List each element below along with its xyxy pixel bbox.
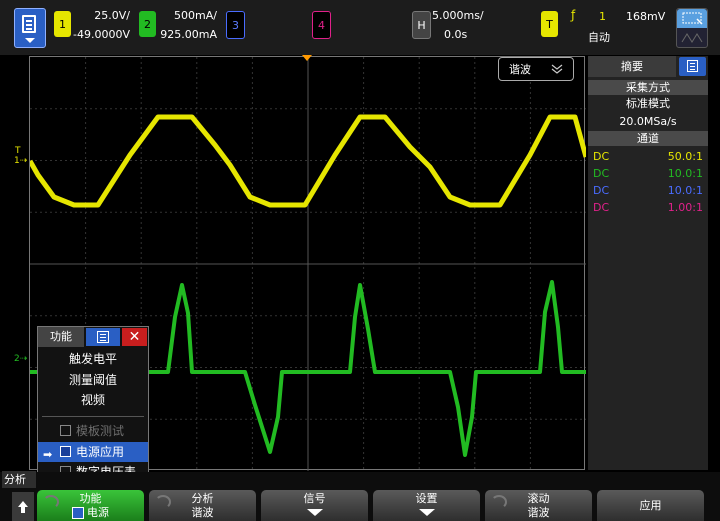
chevron-double-down-icon: [551, 64, 563, 74]
summary-tab[interactable]: 摘要: [588, 56, 676, 77]
arrow-down-icon: [418, 509, 435, 516]
channel-probe-row: DC 1.00:1: [593, 199, 703, 216]
channel-1-ground-marker[interactable]: 1⇢: [14, 156, 27, 166]
softkey-settings[interactable]: 设置: [373, 490, 480, 521]
channel-probe-ratio: 1.00:1: [667, 201, 703, 214]
trigger-level: 168mV: [626, 10, 666, 23]
channel-1-button[interactable]: 1: [54, 11, 71, 37]
rising-edge-icon: ƒ: [571, 8, 576, 22]
popup-title: 功能: [38, 327, 84, 347]
checkbox: [60, 446, 71, 457]
timebase: 5.000ms/: [432, 9, 484, 22]
channel-probe-row: DC 10.0:1: [593, 165, 703, 182]
arrow-down-icon: [306, 509, 323, 516]
softkey-signal[interactable]: 信号: [261, 490, 368, 521]
function-popup-menu: 功能 ✕ 触发电平 测量阈值 视频 模板测试 ➡ 电源应用 数字电压表: [37, 326, 149, 486]
channel-1-offset: -49.0000V: [73, 28, 130, 41]
main-menu-button[interactable]: [14, 8, 46, 48]
checkbox-icon: [72, 507, 84, 519]
trigger-source: 1: [599, 10, 606, 23]
menu-name-tag: 分析: [2, 471, 36, 488]
checkbox: [60, 425, 71, 436]
zoom-button[interactable]: [676, 8, 708, 48]
trigger-position-marker: [302, 55, 312, 61]
trigger-level-marker: T: [15, 146, 21, 156]
trigger-mode: 自动: [588, 31, 610, 44]
channel-1-settings: 25.0V/ -49.0000V: [72, 6, 130, 44]
waveform-icon: [681, 33, 703, 43]
horizontal-settings: 5.000ms/ 0.0s: [432, 6, 486, 44]
acquisition-mode: 标准模式: [626, 97, 670, 110]
channel-section-header: 通道: [588, 131, 708, 146]
rotary-knob-icon: [43, 495, 59, 509]
panel-menu-button[interactable]: [679, 57, 706, 76]
channel-3-button[interactable]: 3: [226, 11, 245, 39]
list-icon: [687, 60, 698, 72]
menu-item-power-application[interactable]: ➡ 电源应用: [38, 442, 148, 462]
channel-probe-ratio: 50.0:1: [667, 150, 703, 163]
channel-coupling: DC: [593, 201, 610, 214]
sample-rate: 20.0MSa/s: [619, 115, 677, 128]
channel-coupling: DC: [593, 150, 610, 163]
mode-label: 谐波: [509, 63, 531, 76]
channel-4-button[interactable]: 4: [312, 11, 331, 39]
channel-coupling: DC: [593, 167, 610, 180]
horizontal-button[interactable]: H: [412, 11, 431, 39]
close-button[interactable]: ✕: [122, 328, 147, 346]
channel-probe-ratio: 10.0:1: [667, 167, 703, 180]
acquisition-section-header: 采集方式: [588, 80, 708, 95]
menu-item-trigger-level[interactable]: 触发电平: [38, 349, 148, 369]
channel-1-trace: [30, 114, 586, 208]
list-icon: [97, 331, 109, 343]
channel-1-scale: 25.0V/: [94, 9, 130, 22]
channel-2-offset: 925.00mA: [160, 28, 217, 41]
softkey-apply[interactable]: 应用: [597, 490, 704, 521]
trigger-button[interactable]: T: [541, 11, 558, 37]
delay: 0.0s: [444, 28, 468, 41]
zoom-icon: [677, 9, 707, 28]
status-bar: 1 25.0V/ -49.0000V 2 500mA/ 925.00mA 3 4…: [0, 0, 720, 55]
rotary-knob-icon: [155, 495, 171, 509]
channel-2-button[interactable]: 2: [139, 11, 156, 37]
back-button[interactable]: [12, 492, 34, 521]
softkey-function[interactable]: 功能 电源: [37, 490, 144, 521]
channel-2-settings: 500mA/ 925.00mA: [157, 6, 217, 44]
mode-selector[interactable]: 谐波: [498, 57, 574, 81]
softkey-analysis[interactable]: 分析 谐波: [149, 490, 256, 521]
menu-item-measure-threshold[interactable]: 测量阈值: [38, 370, 148, 390]
channel-2-ground-marker[interactable]: 2⇢: [14, 354, 27, 364]
channel-coupling: DC: [593, 184, 610, 197]
close-icon: ✕: [128, 329, 141, 345]
popup-list-button[interactable]: [86, 328, 120, 346]
channel-probe-ratio: 10.0:1: [667, 184, 703, 197]
rotary-knob-icon: [491, 495, 507, 509]
channel-2-scale: 500mA/: [174, 9, 217, 22]
menu-item-mask-test: 模板测试: [38, 421, 148, 441]
channel-probe-row: DC 50.0:1: [593, 148, 703, 165]
menu-icon: [22, 15, 36, 33]
menu-divider: [42, 416, 144, 417]
summary-panel: 摘要 采集方式 标准模式 20.0MSa/s 通道 DC 50.0:1 DC 10.0…: [588, 56, 708, 470]
menu-item-video[interactable]: 视频: [38, 390, 148, 410]
channel-probe-row: DC 10.0:1: [593, 182, 703, 199]
softkey-scroll[interactable]: 滚动 谐波: [485, 490, 592, 521]
caret-down-icon: [25, 38, 35, 43]
